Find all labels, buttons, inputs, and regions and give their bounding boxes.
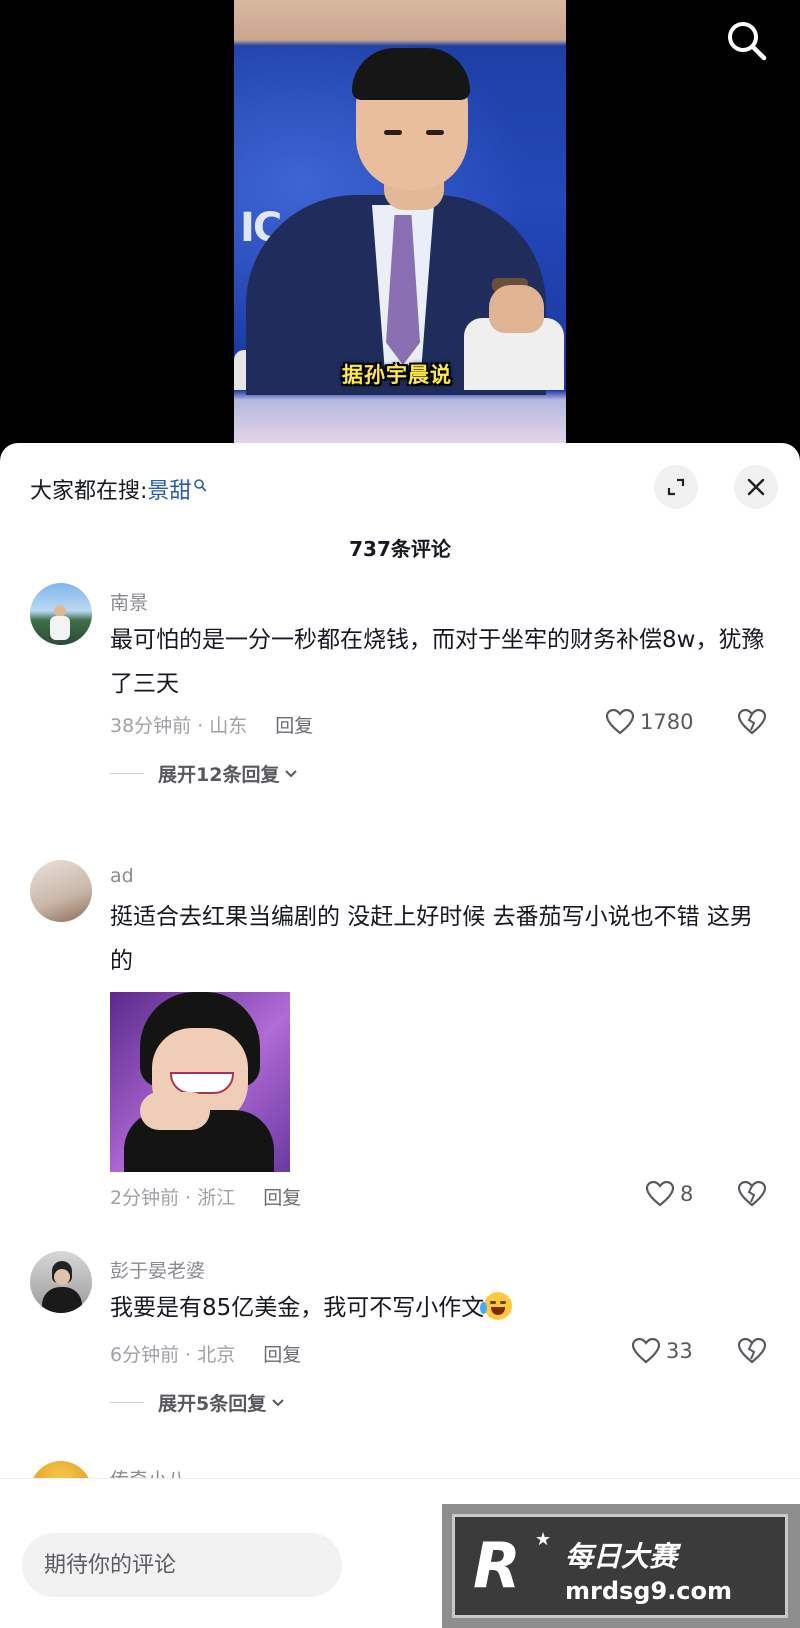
heart-icon: [646, 1181, 674, 1207]
emoji-mouth: [491, 1307, 506, 1315]
comment-text: 最可怕的是一分一秒都在烧钱，而对于坐牢的财务补偿8w，犹豫了三天: [110, 627, 765, 697]
dislike-button[interactable]: [737, 1337, 767, 1368]
avatar[interactable]: [30, 583, 92, 645]
hot-search-keyword[interactable]: 景甜: [147, 479, 191, 504]
close-icon: [747, 478, 765, 496]
reply-button[interactable]: 回复: [263, 1187, 301, 1209]
expand-replies-label: 展开12条回复: [158, 764, 280, 786]
like-button[interactable]: 1780: [606, 709, 693, 735]
avatar-face: [54, 1269, 70, 1285]
heart-icon: [632, 1338, 660, 1364]
emoji-eye: [490, 1301, 497, 1304]
reply-button[interactable]: 回复: [263, 1344, 301, 1366]
comment-input[interactable]: [22, 1533, 342, 1597]
watermark-logo: R: [473, 1529, 521, 1602]
hair: [352, 48, 470, 100]
hot-search-label: 大家都在搜:: [30, 479, 148, 504]
crying-laughing-emoji-icon: [480, 1292, 513, 1320]
sticker-hand: [140, 1092, 210, 1130]
comment-count: 737条评论: [349, 537, 451, 561]
comments-sheet: 大家都在搜:景甜 737条评论 南景 最可怕的是一分一秒都在烧钱，而对于坐牢的财…: [0, 443, 800, 1628]
avatar[interactable]: [30, 1251, 92, 1313]
like-button[interactable]: 8: [646, 1181, 693, 1207]
comment-meta: 6分钟前 · 北京 回复: [110, 1340, 301, 1367]
expand-replies-label: 展开5条回复: [158, 1393, 267, 1415]
watermark-url: mrdsg9.com: [565, 1577, 733, 1605]
comment-time-location: 6分钟前 · 北京: [110, 1344, 236, 1366]
emoji-tear: [480, 1302, 488, 1314]
avatar[interactable]: [30, 860, 92, 922]
comment-text: 挺适合去红果当编剧的 没赶上好时候 去番茄写小说也不错 这男的: [110, 904, 753, 974]
watermark-brand: 每日大赛: [565, 1540, 678, 1573]
watermark-frame: R ★ 每日大赛 mrdsg9.com: [452, 1514, 788, 1618]
like-count: 33: [666, 1339, 693, 1363]
sticker-smile: [170, 1072, 234, 1094]
comment-text: 我要是有85亿美金，我可不写小作文: [110, 1295, 485, 1321]
expand-icon: [667, 478, 685, 496]
dislike-button[interactable]: [737, 708, 767, 739]
search-button[interactable]: [724, 18, 768, 62]
chevron-down-icon: [272, 1398, 284, 1406]
comment-username[interactable]: 彭于晏老婆: [110, 1256, 205, 1283]
comment-meta: 2分钟前 · 浙江 回复: [110, 1183, 301, 1210]
eye-left: [384, 130, 402, 135]
close-button[interactable]: [734, 465, 778, 509]
like-count: 8: [680, 1182, 694, 1206]
avatar-person-body: [50, 616, 70, 640]
like-button[interactable]: 33: [632, 1338, 693, 1364]
broken-heart-icon: [737, 708, 767, 735]
expand-divider: [110, 773, 144, 774]
comment-meta: 38分钟前 · 山东 回复: [110, 711, 313, 738]
broken-heart-icon: [737, 1180, 767, 1207]
reply-button[interactable]: 回复: [275, 715, 313, 737]
dislike-button[interactable]: [737, 1180, 767, 1211]
watermark: R ★ 每日大赛 mrdsg9.com: [442, 1504, 800, 1628]
search-icon: [728, 22, 767, 61]
comment-username[interactable]: ad: [110, 865, 134, 887]
expand-divider: [110, 1402, 144, 1403]
broken-heart-icon: [737, 1337, 767, 1364]
heart-icon: [606, 709, 634, 735]
hot-search-bar[interactable]: 大家都在搜:景甜: [30, 473, 207, 505]
like-count: 1780: [640, 710, 694, 734]
video-subtitle: 据孙宇晨说: [342, 363, 452, 387]
expand-replies-button[interactable]: 展开12条回复: [110, 760, 299, 787]
video-frame[interactable]: IC 据孙宇晨说: [234, 0, 566, 450]
emoji-eye: [500, 1301, 507, 1304]
sticker-image[interactable]: [110, 992, 290, 1172]
comment-time-location: 2分钟前 · 浙江: [110, 1187, 236, 1209]
expand-replies-button[interactable]: 展开5条回复: [110, 1389, 286, 1416]
comment-username[interactable]: 南景: [110, 588, 148, 615]
chevron-down-icon: [285, 769, 298, 777]
comment-time-location: 38分钟前 · 山东: [110, 715, 248, 737]
hand: [489, 285, 544, 333]
comment-text-row: 我要是有85亿美金，我可不写小作文: [110, 1286, 770, 1330]
avatar-body: [42, 1287, 82, 1313]
eye-right: [426, 130, 444, 135]
watermark-star-icon: ★: [535, 1529, 552, 1550]
search-small-icon: [193, 473, 207, 498]
fullscreen-button[interactable]: [654, 465, 698, 509]
video-player[interactable]: IC 据孙宇晨说: [0, 0, 800, 450]
